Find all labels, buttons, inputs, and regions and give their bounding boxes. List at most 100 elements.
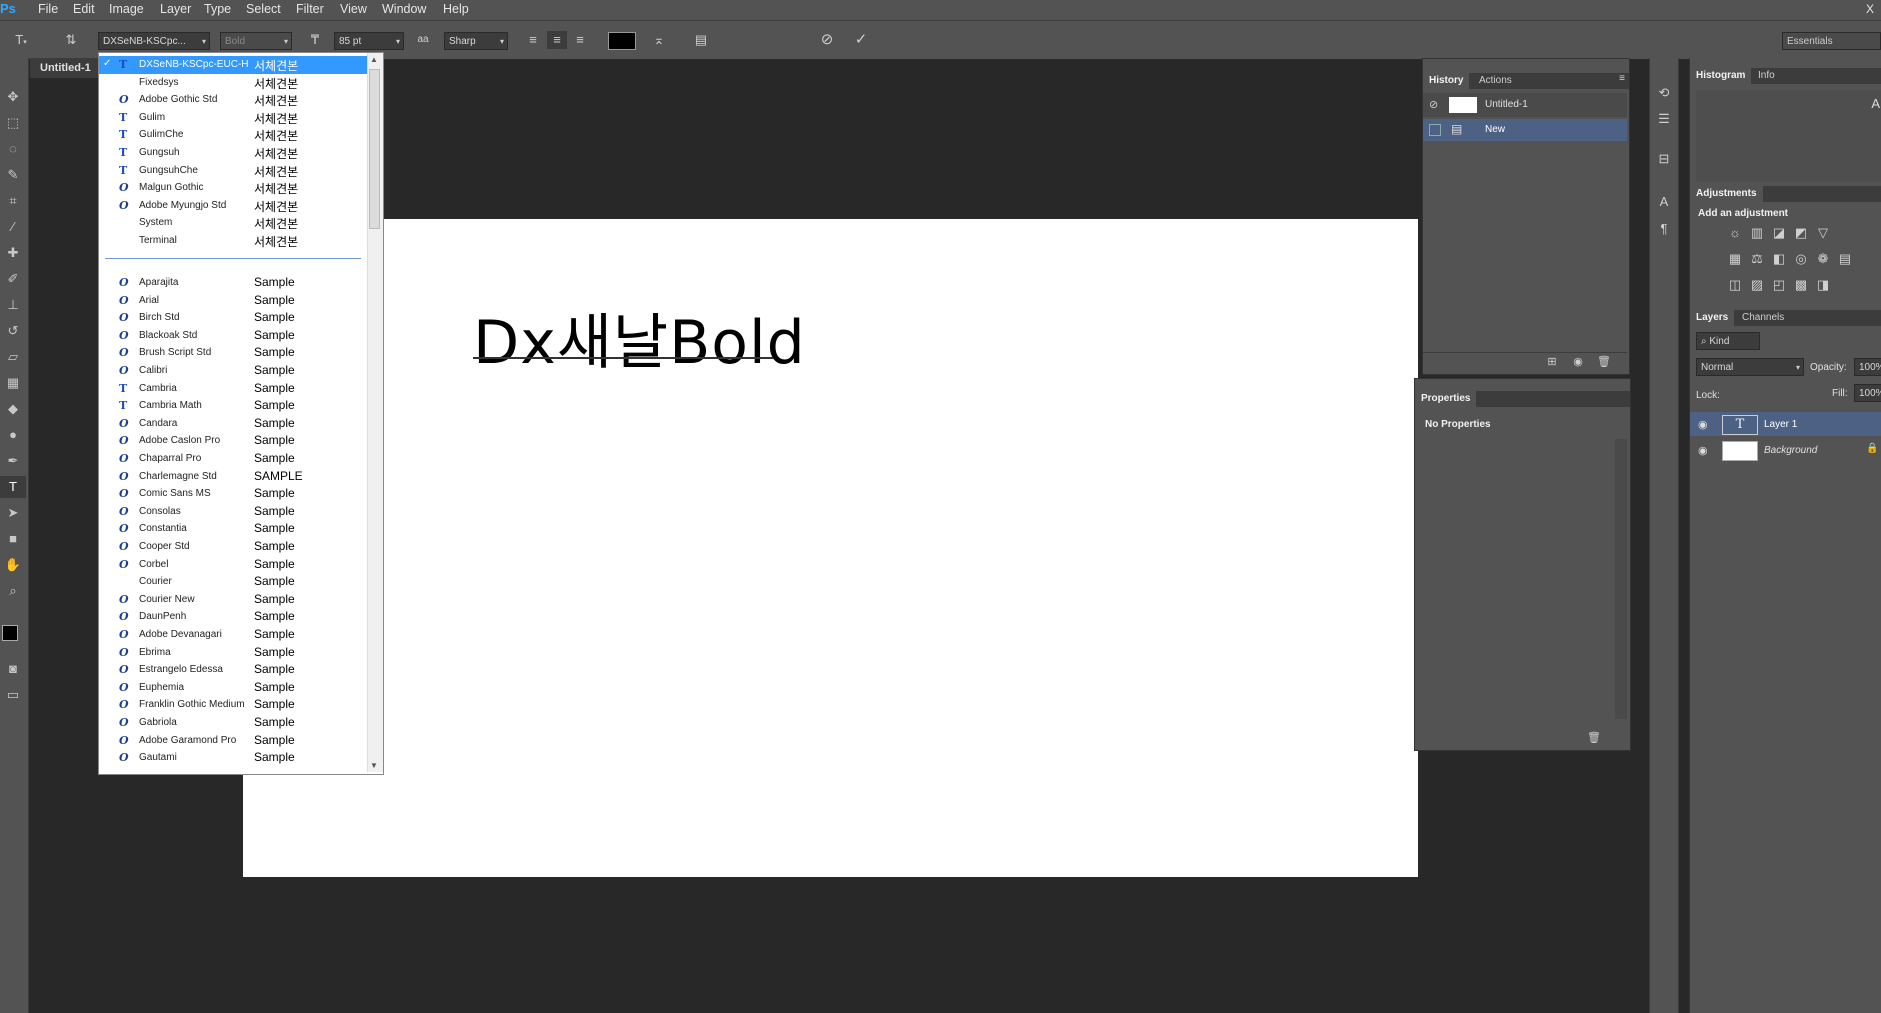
pen-tool-icon[interactable]: ✒ xyxy=(0,450,26,472)
zoom-tool-icon[interactable]: ⌕ xyxy=(0,580,26,602)
font-list-item[interactable]: ✓ T DXSeNB-KSCpc-EUC-H 서체견본 xyxy=(99,56,367,74)
commit-edits-icon[interactable]: ✓ xyxy=(852,31,870,49)
threshold-icon[interactable]: ◰ xyxy=(1768,277,1790,293)
font-family-select[interactable]: DXSeNB-KSCpc... ▾ xyxy=(98,32,210,50)
history-state-row[interactable]: ▤ New xyxy=(1423,119,1627,141)
font-list-item[interactable]: O Euphemia Sample xyxy=(99,679,367,697)
scroll-down-icon[interactable]: ▼ xyxy=(370,761,378,770)
hand-tool-icon[interactable]: ✋ xyxy=(0,554,26,576)
menu-help[interactable]: Help xyxy=(443,0,469,20)
quick-mask-icon[interactable]: ◙ xyxy=(0,658,26,680)
marquee-tool-icon[interactable]: ⬚ xyxy=(0,112,26,134)
font-list-scroll-thumb[interactable] xyxy=(369,69,380,229)
fill-field[interactable]: 100% xyxy=(1854,384,1881,402)
font-list-item[interactable]: O Brush Script Std Sample xyxy=(99,344,367,362)
align-left-icon[interactable]: ≡ xyxy=(524,31,542,49)
font-list-item[interactable]: O Gabriola Sample xyxy=(99,714,367,732)
eyedropper-tool-icon[interactable]: ⁄ xyxy=(0,216,26,238)
selective-color-icon[interactable]: ◨ xyxy=(1812,277,1834,293)
path-selection-tool-icon[interactable]: ➤ xyxy=(0,502,26,524)
font-list-item[interactable]: Terminal 서체견본 xyxy=(99,232,367,250)
font-list-item[interactable]: O Consolas Sample xyxy=(99,503,367,521)
type-tool-preset-icon[interactable]: T▾ xyxy=(12,31,30,52)
font-list-item[interactable]: System 서체견본 xyxy=(99,214,367,232)
properties-panel-icon[interactable]: ☰ xyxy=(1655,110,1673,128)
layer-row[interactable]: ◉ Background 🔒 xyxy=(1690,438,1881,462)
menu-image[interactable]: Image xyxy=(109,0,144,20)
font-list-item[interactable]: O Cooper Std Sample xyxy=(99,538,367,556)
font-style-select[interactable]: Bold ▾ xyxy=(220,32,292,50)
font-list-item[interactable]: O Constantia Sample xyxy=(99,520,367,538)
font-list-item[interactable]: O Charlemagne Std SAMPLE xyxy=(99,468,367,486)
clone-stamp-tool-icon[interactable]: ⊥ xyxy=(0,294,26,316)
panel-menu-icon[interactable]: ≡ xyxy=(1619,73,1625,84)
toggle-orientation-icon[interactable]: ⇅ xyxy=(62,31,80,49)
vibrance-icon[interactable]: ▽ xyxy=(1812,225,1834,241)
hue-saturation-icon[interactable]: ▦ xyxy=(1724,251,1746,267)
screen-mode-icon[interactable]: ▭ xyxy=(0,684,26,706)
font-list-item[interactable]: O Adobe Garamond Pro Sample xyxy=(99,732,367,750)
character-panel-icon[interactable]: ▤ xyxy=(692,31,710,49)
gradient-tool-icon[interactable]: ▦ xyxy=(0,372,26,394)
lasso-tool-icon[interactable]: ◌ xyxy=(0,138,26,160)
eraser-tool-icon[interactable]: ▱ xyxy=(0,346,26,368)
menu-view[interactable]: View xyxy=(340,0,367,20)
font-list-item[interactable]: T Cambria Sample xyxy=(99,380,367,398)
tab-adjustments[interactable]: Adjustments xyxy=(1690,186,1763,202)
history-brush-tool-icon[interactable]: ↺ xyxy=(0,320,26,342)
type-tool-icon[interactable]: T xyxy=(0,476,26,498)
text-color-swatch[interactable] xyxy=(608,32,636,50)
tab-actions[interactable]: Actions xyxy=(1473,73,1518,89)
font-list-item[interactable]: O Corbel Sample xyxy=(99,556,367,574)
trash-icon[interactable]: 🗑 xyxy=(1595,353,1613,371)
font-list-item[interactable]: O Candara Sample xyxy=(99,415,367,433)
channel-mixer-icon[interactable]: ❁ xyxy=(1812,251,1834,267)
font-list-item[interactable]: O Birch Std Sample xyxy=(99,309,367,327)
layer-kind-filter[interactable]: ⌕ Kind xyxy=(1696,332,1760,350)
tab-histogram[interactable]: Histogram xyxy=(1690,68,1752,84)
font-list-item[interactable]: O Franklin Gothic Medium Sample xyxy=(99,696,367,714)
scroll-up-icon[interactable]: ▲ xyxy=(370,55,378,64)
font-list-item[interactable]: Courier Sample xyxy=(99,573,367,591)
font-list-item[interactable]: O Calibri Sample xyxy=(99,362,367,380)
camera-icon[interactable]: ◉ xyxy=(1569,353,1587,371)
tool-presets-icon[interactable]: ⊟ xyxy=(1655,150,1673,168)
font-list-item[interactable]: Fixedsys 서체견본 xyxy=(99,74,367,92)
font-list-item[interactable]: O Comic Sans MS Sample xyxy=(99,485,367,503)
tab-layers[interactable]: Layers xyxy=(1690,310,1735,326)
character-panel-strip-icon[interactable]: A xyxy=(1655,193,1673,211)
visibility-eye-icon[interactable]: ◉ xyxy=(1698,418,1708,431)
history-brush-source-icon[interactable]: ⊘ xyxy=(1429,98,1438,111)
font-list-item[interactable]: O Adobe Caslon Pro Sample xyxy=(99,432,367,450)
workspace-select[interactable]: Essentials xyxy=(1782,32,1881,50)
tab-channels[interactable]: Channels xyxy=(1736,310,1790,326)
layer-name[interactable]: Background xyxy=(1764,445,1817,456)
canvas-text-layer[interactable]: Dx새날Bold xyxy=(473,294,806,381)
gradient-map-icon[interactable]: ▩ xyxy=(1790,277,1812,293)
state-checkbox[interactable] xyxy=(1429,124,1441,136)
menu-type[interactable]: Type xyxy=(204,0,231,20)
properties-trash-icon[interactable]: 🗑 xyxy=(1585,729,1603,747)
healing-brush-tool-icon[interactable]: ✚ xyxy=(0,242,26,264)
posterize-icon[interactable]: ▨ xyxy=(1746,277,1768,293)
tab-properties[interactable]: Properties xyxy=(1415,391,1477,407)
history-snapshot-row[interactable]: ⊘ Untitled-1 xyxy=(1423,93,1627,117)
quick-select-tool-icon[interactable]: ✎ xyxy=(0,164,26,186)
antialias-select[interactable]: Sharp ▾ xyxy=(444,32,508,50)
color-balance-icon[interactable]: ⚖ xyxy=(1746,251,1768,267)
font-size-select[interactable]: 85 pt ▾ xyxy=(334,32,404,50)
opacity-field[interactable]: 100% xyxy=(1854,358,1881,376)
menu-select[interactable]: Select xyxy=(246,0,281,20)
new-doc-from-state-icon[interactable]: ⊞ xyxy=(1543,353,1561,371)
foreground-color-swatch[interactable] xyxy=(2,625,18,641)
font-list-item[interactable]: O Aparajita Sample xyxy=(99,274,367,292)
paragraph-panel-icon[interactable]: ¶ xyxy=(1655,220,1673,238)
crop-tool-icon[interactable]: ⌗ xyxy=(0,190,26,212)
font-list-item[interactable]: T Gungsuh 서체견본 xyxy=(99,144,367,162)
history-panel-icon[interactable]: ⟲ xyxy=(1655,84,1673,102)
tab-info[interactable]: Info xyxy=(1752,68,1781,84)
color-lookup-icon[interactable]: ▤ xyxy=(1834,251,1856,267)
menu-filter[interactable]: Filter xyxy=(296,0,324,20)
menu-file[interactable]: File xyxy=(38,0,58,20)
menu-edit[interactable]: Edit xyxy=(73,0,95,20)
